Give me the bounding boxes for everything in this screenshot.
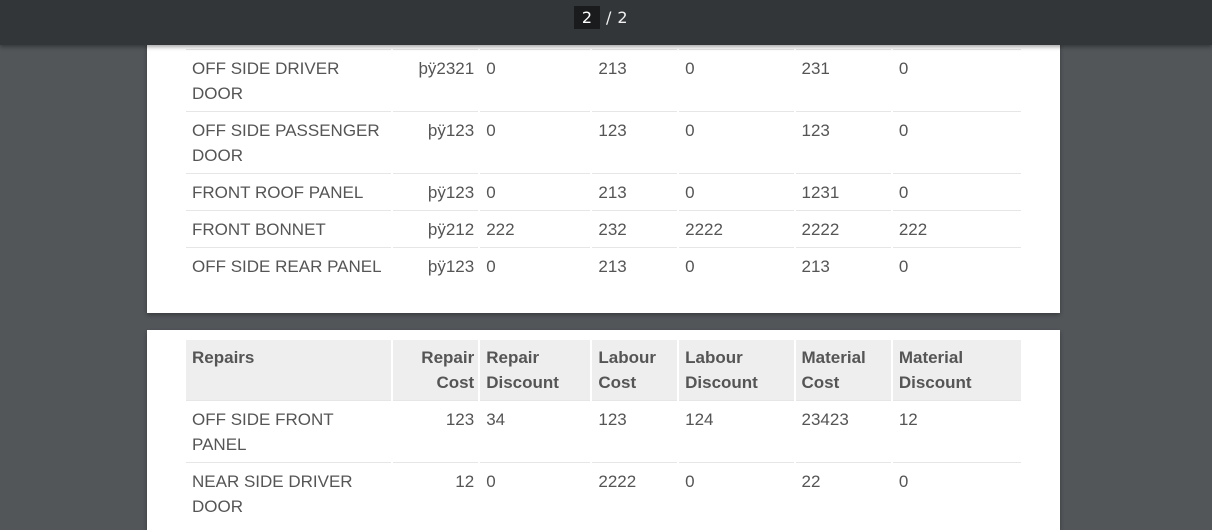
repairs-table: Repairs Repair Cost Repair Discount Labo…: [184, 340, 1023, 524]
cell-labour-cost: 123: [592, 400, 678, 462]
cell-labour-cost: 232: [592, 210, 678, 247]
cell-labour-cost: 123: [592, 111, 678, 173]
cell-material-discount: 12: [892, 400, 1021, 462]
cell-repair-name: OFF SIDE PASSENGER DOOR: [186, 111, 392, 173]
cell-repair-discount: 0: [480, 247, 591, 284]
cell-labour-cost: 213: [592, 49, 678, 111]
cell-labour-discount: 0: [679, 111, 794, 173]
cell-labour-discount: 0: [679, 49, 794, 111]
table-row: OFF SIDE DRIVER DOOR þÿ2321 0 213 0 231 0: [186, 49, 1021, 111]
cell-material-discount: 222: [892, 210, 1021, 247]
header-material-discount: Material Discount: [892, 340, 1021, 400]
pdf-page-2: Repairs Repair Cost Repair Discount Labo…: [147, 330, 1060, 530]
cell-repair-name: OFF SIDE FRONT PANEL: [186, 400, 392, 462]
page-indicator: 2 / 2: [574, 6, 628, 29]
cell-repair-name: OFF SIDE DRIVER DOOR: [186, 49, 392, 111]
cell-repair-cost: þÿ123: [393, 247, 479, 284]
cell-labour-discount: 124: [679, 400, 794, 462]
cell-material-discount: 0: [892, 247, 1021, 284]
cell-labour-cost: 213: [592, 173, 678, 210]
header-repairs: Repairs: [186, 340, 392, 400]
header-repair-cost: Repair Cost: [393, 340, 479, 400]
cell-labour-discount: 0: [679, 462, 794, 524]
header-labour-cost: Labour Cost: [592, 340, 678, 400]
cell-labour-discount: 0: [679, 173, 794, 210]
cell-repair-discount: 222: [480, 210, 591, 247]
cell-repair-cost: þÿ123: [393, 173, 479, 210]
cell-repair-discount: 0: [480, 111, 591, 173]
header-material-cost: Material Cost: [795, 340, 891, 400]
cell-material-discount: 0: [892, 462, 1021, 524]
table-row: OFF SIDE PASSENGER DOOR þÿ123 0 123 0 123 0: [186, 111, 1021, 173]
cell-material-cost: 1231: [795, 173, 891, 210]
cell-repair-name: FRONT ROOF PANEL: [186, 173, 392, 210]
table-row: OFF SIDE FRONT PANEL 123 34 123 124 23423 12: [186, 400, 1021, 462]
table-header-row: Repairs Repair Cost Repair Discount Labo…: [186, 340, 1021, 400]
cell-repair-cost: þÿ2321: [393, 49, 479, 111]
cell-repair-discount: 0: [480, 462, 591, 524]
pdf-page-1: OFF SIDE DRIVER DOORþÿ232023202320OFF SI…: [147, 0, 1060, 313]
cell-material-cost: 123: [795, 111, 891, 173]
current-page-input[interactable]: 2: [574, 6, 600, 29]
table-row: FRONT ROOF PANEL þÿ123 0 213 0 1231 0: [186, 173, 1021, 210]
table-row: OFF SIDE REAR PANEL þÿ123 0 213 0 213 0: [186, 247, 1021, 284]
cell-material-cost: 22: [795, 462, 891, 524]
cell-repair-discount: 34: [480, 400, 591, 462]
cell-repair-name: FRONT BONNET: [186, 210, 392, 247]
table-row: NEAR SIDE DRIVER DOOR 12 0 2222 0 22 0: [186, 462, 1021, 524]
cell-labour-discount: 0: [679, 247, 794, 284]
cell-repair-discount: 0: [480, 49, 591, 111]
cell-labour-cost: 213: [592, 247, 678, 284]
cell-repair-discount: 0: [480, 173, 591, 210]
cell-material-discount: 0: [892, 173, 1021, 210]
page-separator: /: [606, 8, 612, 27]
cell-repair-name: OFF SIDE REAR PANEL: [186, 247, 392, 284]
total-pages: 2: [617, 8, 628, 27]
cell-repair-cost: þÿ123: [393, 111, 479, 173]
pdf-toolbar: 2 / 2: [0, 0, 1212, 45]
table-row: FRONT BONNET þÿ212 222 232 2222 2222 222: [186, 210, 1021, 247]
cell-repair-cost: 123: [393, 400, 479, 462]
cell-repair-cost: þÿ212: [393, 210, 479, 247]
header-repair-discount: Repair Discount: [480, 340, 591, 400]
cell-material-cost: 231: [795, 49, 891, 111]
cell-labour-cost: 2222: [592, 462, 678, 524]
cell-material-cost: 23423: [795, 400, 891, 462]
cell-material-discount: 0: [892, 49, 1021, 111]
cell-repair-cost: 12: [393, 462, 479, 524]
cell-material-cost: 2222: [795, 210, 891, 247]
cell-repair-name: NEAR SIDE DRIVER DOOR: [186, 462, 392, 524]
cell-labour-discount: 2222: [679, 210, 794, 247]
cell-material-cost: 213: [795, 247, 891, 284]
cell-material-discount: 0: [892, 111, 1021, 173]
header-labour-discount: Labour Discount: [679, 340, 794, 400]
